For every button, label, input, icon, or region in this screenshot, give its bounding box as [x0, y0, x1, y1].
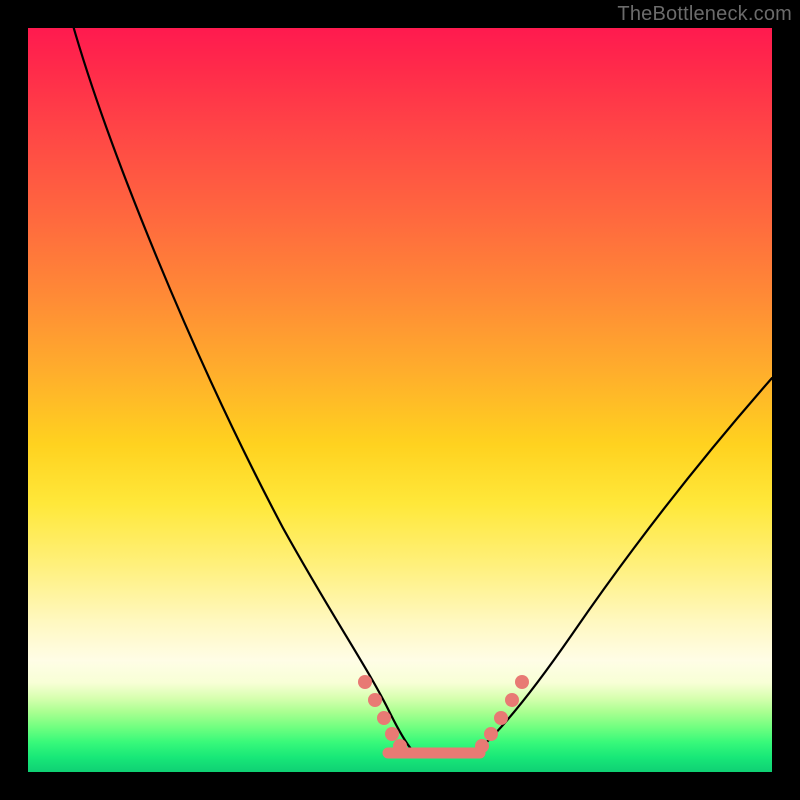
dot-left-5	[393, 739, 407, 753]
dot-right-1	[475, 739, 489, 753]
dot-right-3	[494, 711, 508, 725]
dot-left-2	[368, 693, 382, 707]
watermark-text: TheBottleneck.com	[617, 3, 792, 26]
dot-left-1	[358, 675, 372, 689]
dot-right-5	[515, 675, 529, 689]
right-curve	[478, 378, 772, 750]
plot-area	[28, 28, 772, 772]
outer-frame: TheBottleneck.com	[0, 0, 800, 800]
dot-left-4	[385, 727, 399, 741]
dot-right-4	[505, 693, 519, 707]
dot-right-2	[484, 727, 498, 741]
left-curve	[72, 22, 412, 750]
curve-layer	[28, 28, 772, 772]
dot-left-3	[377, 711, 391, 725]
